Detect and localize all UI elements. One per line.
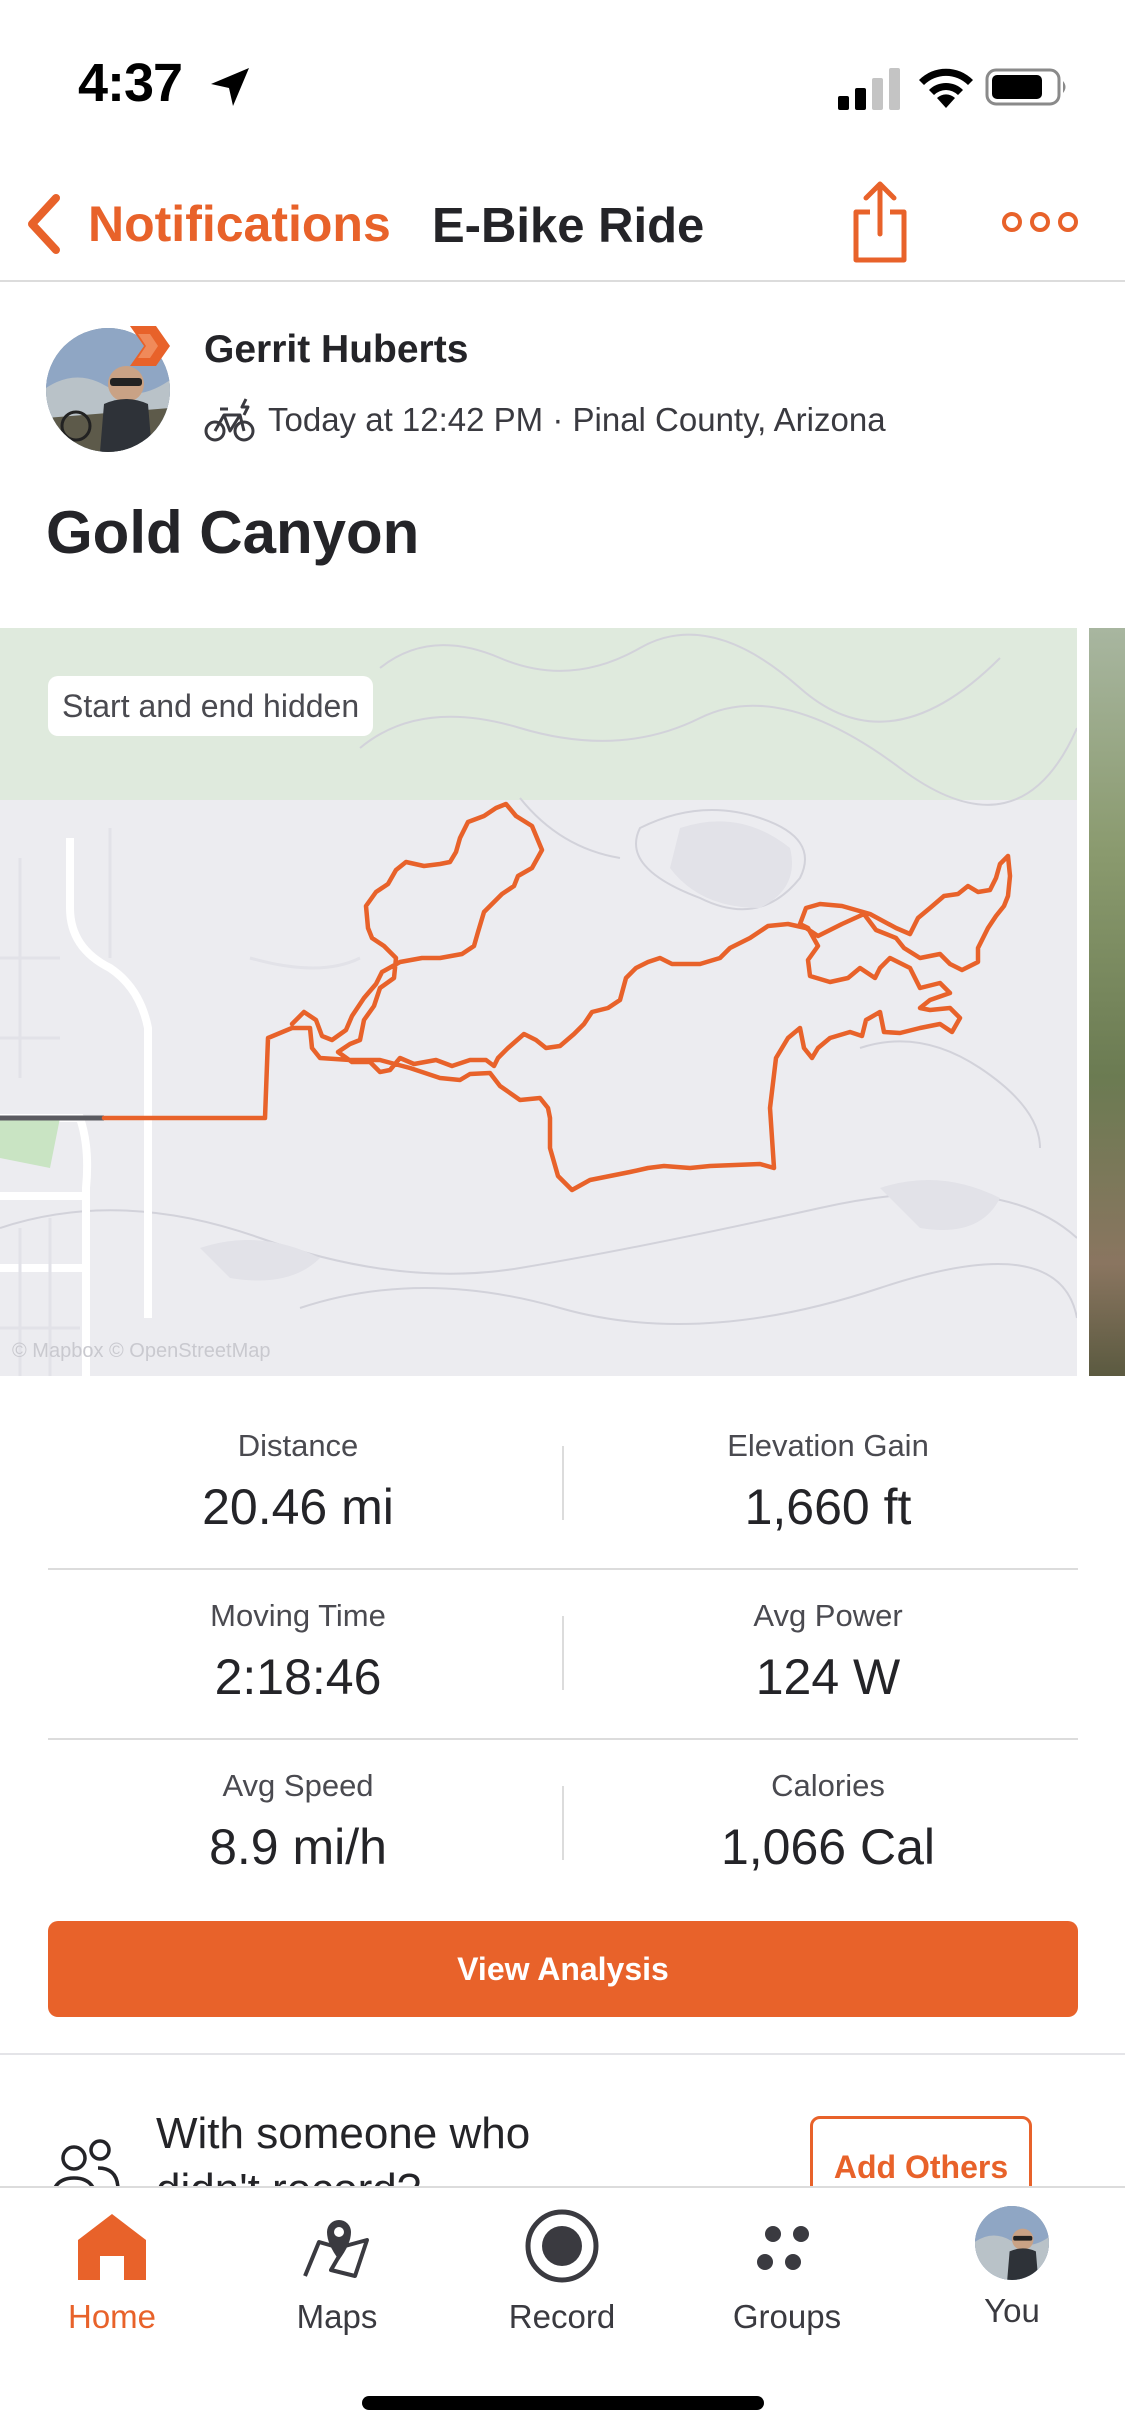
add-others-text: With someone who didn't record? (156, 2109, 531, 2186)
stat-avg-speed: Avg Speed 8.9 mi/h (48, 1740, 548, 1910)
record-icon (525, 2209, 599, 2283)
home-indicator (362, 2396, 764, 2410)
share-icon[interactable] (848, 176, 912, 266)
stat-label: Distance (237, 1428, 359, 1463)
stat-moving-time: Moving Time 2:18:46 (48, 1570, 548, 1740)
chevron-left-icon (28, 194, 60, 254)
stat-value: 124 W (755, 1649, 901, 1705)
ride-meta-text: Today at 12:42 PM · Pinal County, Arizon… (268, 401, 886, 438)
more-options-icon[interactable] (1000, 202, 1080, 242)
stat-value: 2:18:46 (214, 1649, 382, 1705)
strava-badge-icon (130, 326, 170, 366)
nav-header: Notifications E-Bike Ride (0, 170, 1125, 282)
stat-row: Moving Time 2:18:46 Avg Power 124 W (48, 1570, 1078, 1740)
tab-label: Maps (296, 2298, 378, 2335)
page-title: E-Bike Ride (432, 199, 705, 253)
section-divider (0, 2053, 1125, 2055)
tab-label: Home (67, 2298, 157, 2335)
wifi-icon (919, 68, 973, 108)
home-icon (78, 2214, 146, 2280)
privacy-pill: Start and end hidden (48, 676, 374, 736)
stat-value: 1,660 ft (744, 1479, 912, 1535)
stat-label: Calories (771, 1768, 885, 1803)
status-time: 4:37 (78, 53, 183, 113)
stat-avg-power: Avg Power 124 W (578, 1570, 1078, 1740)
ebike-icon (204, 398, 255, 442)
add-others-prompt: With someone who didn't record? Add Othe… (0, 2056, 1125, 2186)
stat-label: Moving Time (210, 1598, 386, 1633)
groups-icon (757, 2226, 809, 2270)
battery-icon (985, 68, 1066, 106)
add-others-button[interactable]: Add Others (810, 2116, 1032, 2186)
stat-divider (562, 1616, 564, 1690)
ride-meta: Today at 12:42 PM · Pinal County, Arizon… (204, 392, 886, 448)
stat-label: Avg Power (753, 1598, 903, 1633)
map-canvas (0, 628, 1077, 1376)
status-bar: 4:37 (0, 0, 1125, 170)
stat-row: Distance 20.46 mi Elevation Gain 1,660 f… (48, 1400, 1078, 1570)
stats-grid: Distance 20.46 mi Elevation Gain 1,660 f… (48, 1400, 1078, 1910)
athlete-name[interactable]: Gerrit Huberts (204, 328, 468, 372)
location-arrow-icon (211, 68, 249, 106)
stat-label: Avg Speed (222, 1768, 374, 1803)
stat-calories: Calories 1,066 Cal (578, 1740, 1078, 1910)
maps-icon (303, 2220, 369, 2278)
stat-distance: Distance 20.46 mi (48, 1400, 548, 1570)
route-map[interactable]: Start and end hidden © Mapbox © OpenStre… (0, 628, 1077, 1376)
tab-home[interactable]: Home (12, 2206, 212, 2356)
stat-divider (562, 1786, 564, 1860)
map-attribution: © Mapbox © OpenStreetMap (12, 1340, 271, 1362)
tab-label: You (984, 2292, 1040, 2329)
stat-value: 20.46 mi (202, 1479, 394, 1535)
activity-title: Gold Canyon (46, 499, 420, 566)
stat-divider (562, 1446, 564, 1520)
stat-row: Avg Speed 8.9 mi/h Calories 1,066 Cal (48, 1740, 1078, 1910)
back-button[interactable]: Notifications (22, 184, 391, 264)
tab-groups[interactable]: Groups (687, 2206, 887, 2356)
activity-photo-thumbnail[interactable] (1089, 628, 1125, 1376)
stat-value: 1,066 Cal (720, 1819, 936, 1875)
back-label: Notifications (88, 196, 391, 252)
route-line (101, 801, 1013, 1193)
tab-record[interactable]: Record (462, 2206, 662, 2356)
cellular-signal-icon (838, 68, 900, 110)
avatar (975, 2206, 1049, 2280)
tab-maps[interactable]: Maps (237, 2206, 437, 2356)
tab-label: Groups (732, 2298, 842, 2335)
tab-label: Record (508, 2298, 616, 2335)
people-icon (53, 2139, 120, 2186)
tab-you[interactable]: You (912, 2206, 1112, 2356)
stat-elevation-gain: Elevation Gain 1,660 ft (578, 1400, 1078, 1570)
stat-label: Elevation Gain (727, 1428, 929, 1463)
view-analysis-button[interactable]: View Analysis (48, 1921, 1078, 2017)
stat-value: 8.9 mi/h (209, 1819, 387, 1875)
